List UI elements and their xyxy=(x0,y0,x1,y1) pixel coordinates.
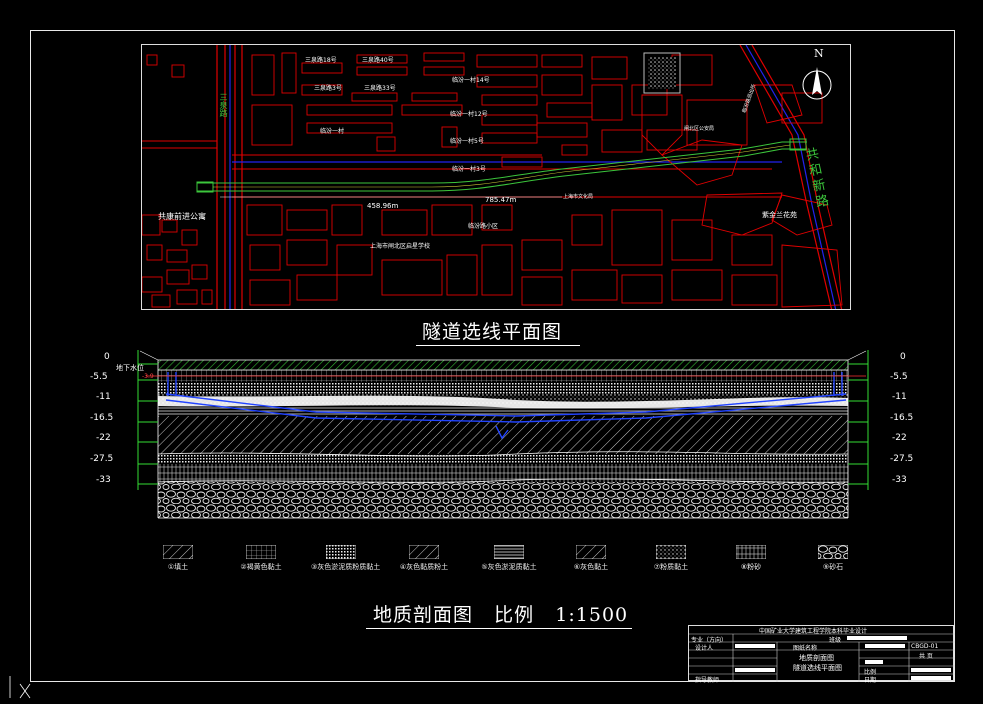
legend-label: ③灰色淤泥质粉质黏土 xyxy=(311,563,381,571)
legend-label: ⑦粉质黏土 xyxy=(653,563,689,571)
legend-item: ⑦粉质黏土 xyxy=(641,545,701,572)
designer-label: 设计人 xyxy=(695,645,714,652)
drawing-title-2: 隧道选线平面图 xyxy=(793,664,842,672)
legend-label: ①填土 xyxy=(167,563,189,571)
building-label: 三泉路33号 xyxy=(364,85,396,92)
building-label: 临汾一村12号 xyxy=(450,111,488,118)
building-label: 临汾一村 xyxy=(320,128,345,135)
residential-label: 临汾路小区 xyxy=(468,223,499,230)
legend-item: ⑨砂石 xyxy=(803,545,863,572)
school-label: 上海市闸北区启星学校 xyxy=(370,243,431,250)
building-label: 三泉路40号 xyxy=(362,57,394,64)
water-level-label: 地下水位 xyxy=(116,364,144,372)
ucs-icon xyxy=(9,676,31,699)
legend-label: ⑥灰色黏土 xyxy=(573,563,609,571)
plan-view: N 三泉路 共和新路 458.96m 785.47m 共康前进公寓 上海市闸北区… xyxy=(141,44,851,310)
dimension-2: 785.47m xyxy=(485,196,517,204)
legend-label: ⑨砂石 xyxy=(822,563,844,571)
class-label: 班级 xyxy=(829,637,842,644)
legend-item: ①填土 xyxy=(148,545,208,572)
legend-label: ⑧粉砂 xyxy=(740,563,762,571)
geologic-section xyxy=(137,350,869,519)
building-label: 临汾一村14号 xyxy=(452,77,490,84)
legend-item: ④灰色黏质粉土 xyxy=(394,545,454,572)
school-name: 中国矿业大学建筑工程学院本科毕业设计 xyxy=(759,628,868,635)
legend-item: ③灰色淤泥质粉质黏土 xyxy=(311,545,381,572)
garden-label: 紫金兰花苑 xyxy=(762,211,797,219)
section-title: 地质剖面图 比例 1:1500 xyxy=(373,600,628,627)
sheet-count: 共 页 xyxy=(919,653,933,660)
section-title-underline xyxy=(366,628,632,629)
scale-label: 比例 xyxy=(494,604,535,626)
date-label: 日期 xyxy=(864,677,877,684)
apartment-label: 共康前进公寓 xyxy=(158,212,206,221)
building-label: 临汾一村5号 xyxy=(450,138,484,145)
legend-item: ⑧粉砂 xyxy=(721,545,781,572)
building-label: 三泉路18号 xyxy=(305,57,337,64)
drawing-number: CBGD-01 xyxy=(911,643,939,650)
section-title-text: 地质剖面图 xyxy=(373,604,474,626)
building-label: 闸北区公安局 xyxy=(684,126,715,132)
plan-title: 隧道选线平面图 xyxy=(422,321,563,343)
legend-label: ②褐黄色黏土 xyxy=(240,563,282,571)
title-block: 中国矿业大学建筑工程学院本科毕业设计 专业（方向） 班级 图纸名称 CBGD-0… xyxy=(688,625,955,684)
drawing-name-label: 图纸名称 xyxy=(793,645,818,652)
legend-label: ⑤灰色淤泥质黏土 xyxy=(481,563,537,571)
legend-item: ⑤灰色淤泥质黏土 xyxy=(479,545,539,572)
building-label: 临汾一村3号 xyxy=(452,166,486,173)
legend-item: ②褐黄色黏土 xyxy=(231,545,291,572)
dimension-1: 458.96m xyxy=(367,202,399,210)
building-label: 上海市文化局 xyxy=(562,194,593,200)
title-underline xyxy=(416,345,580,346)
building-label: 三泉路3号 xyxy=(314,85,342,92)
road-label-left: 三泉路 xyxy=(219,93,228,117)
legend-label: ④灰色黏质粉土 xyxy=(399,563,449,571)
advisor-label: 指导教师 xyxy=(695,677,720,684)
plan-map xyxy=(142,45,843,309)
drawing-title-1: 地质剖面图 xyxy=(799,654,834,662)
north-arrow xyxy=(802,67,832,100)
water-level-value: -3.9 xyxy=(142,373,154,380)
legend-item: ⑥灰色黏土 xyxy=(561,545,621,572)
scale-value: 1:1500 xyxy=(555,604,629,626)
north-label: N xyxy=(814,47,824,60)
hatched-block xyxy=(648,57,676,89)
